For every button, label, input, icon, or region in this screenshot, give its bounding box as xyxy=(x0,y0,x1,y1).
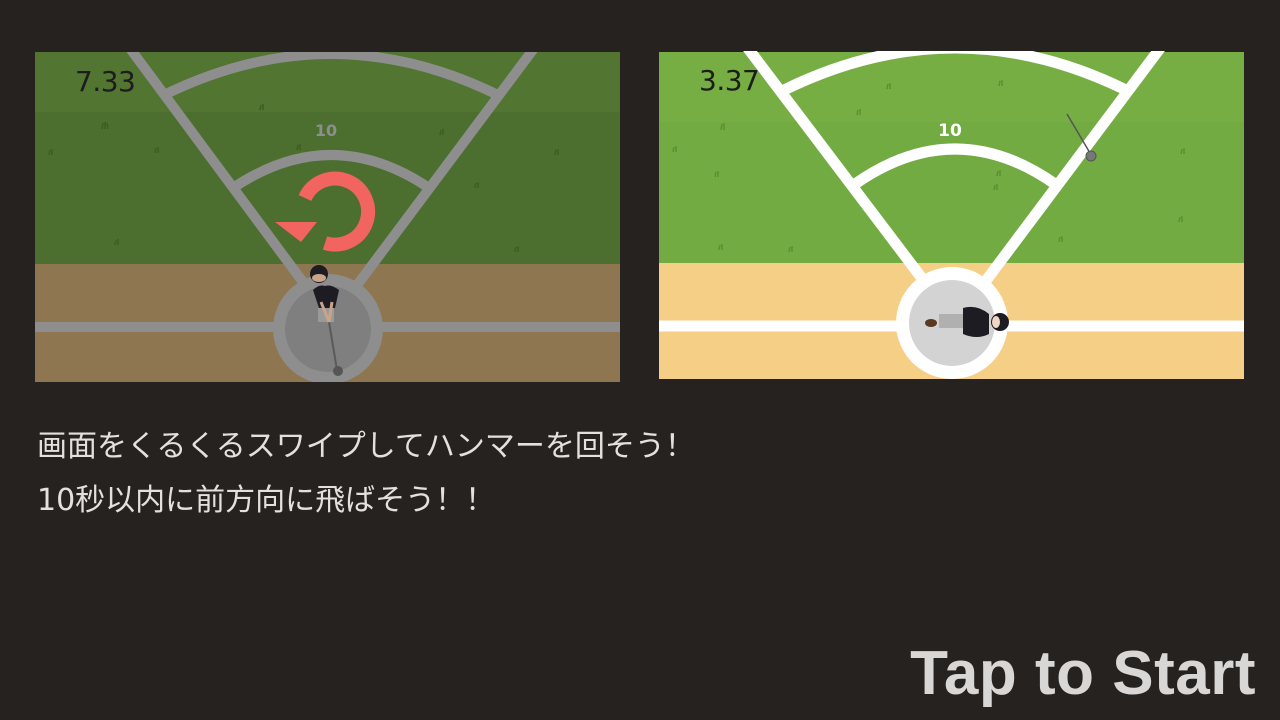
instruction-line-2: 10秒以内に前方向に飛ばそう！！ xyxy=(37,483,496,518)
preview-panel-right: 10 3.37 xyxy=(659,51,1244,379)
distance-marker-left: 10 xyxy=(315,121,337,140)
tap-to-start-button[interactable]: Tap to Start xyxy=(910,638,1256,709)
distance-marker-right: 10 xyxy=(938,121,962,141)
instructions: 画面をくるくるスワイプしてハンマーを回そう！ 10秒以内に前方向に飛ばそう！！ xyxy=(37,420,695,528)
field-illustration-left: 10 xyxy=(35,52,620,382)
field-illustration-right: 10 xyxy=(659,51,1244,379)
timer-readout-right: 3.37 xyxy=(699,64,760,97)
instruction-line-1: 画面をくるくるスワイプしてハンマーを回そう！ xyxy=(37,429,695,464)
preview-panel-left: 10 7.33 xyxy=(35,52,620,382)
timer-readout-left: 7.33 xyxy=(75,65,136,98)
